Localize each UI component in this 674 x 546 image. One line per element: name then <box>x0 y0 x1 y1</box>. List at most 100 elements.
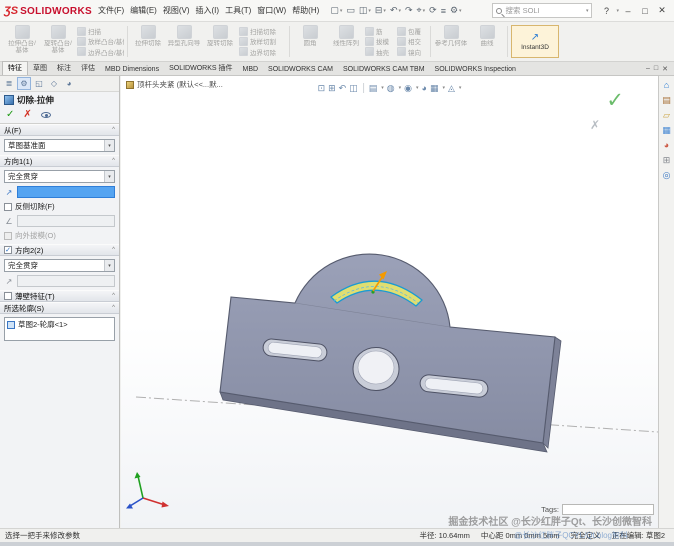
wrap-button[interactable]: 包覆 <box>397 26 427 36</box>
extruded-boss-base-button[interactable]: 拉伸凸台/基体 <box>5 24 39 59</box>
tab-addins[interactable]: SOLIDWORKS 插件 <box>164 62 237 75</box>
swept-cut-button[interactable]: 扫描切除 <box>239 26 286 36</box>
end-condition-combo-2[interactable]: 完全贯穿 ▾ <box>4 259 115 272</box>
boundary-cut-button[interactable]: 边界切除 <box>239 47 286 57</box>
open-button[interactable]: ▭ <box>345 3 356 18</box>
redo-button[interactable]: ↷ <box>404 3 414 18</box>
start-condition-combo[interactable]: 草图基准面 ▾ <box>4 139 115 152</box>
section-thin-feature-header[interactable]: 薄壁特征(T) ^ <box>0 290 119 302</box>
confirmation-corner-ok[interactable]: ✓ <box>606 88 624 113</box>
menu-file[interactable]: 文件(F) <box>98 5 124 16</box>
doc-restore-button[interactable]: □ <box>654 65 658 73</box>
doc-minimize-button[interactable]: – <box>646 65 650 73</box>
property-manager-tab[interactable]: ⚙ <box>17 77 31 90</box>
extruded-cut-button[interactable]: 拉伸切除 <box>131 24 165 59</box>
custom-properties-icon[interactable]: ⊞ <box>663 156 671 165</box>
lofted-boss-button[interactable]: 放样凸台/基体 <box>77 36 124 46</box>
intersect-button[interactable]: 相交 <box>397 36 427 46</box>
options-button[interactable]: ⚙ ▾ <box>449 3 463 18</box>
tab-solidworks-cam[interactable]: SOLIDWORKS CAM <box>263 65 338 75</box>
apply-scene-icon[interactable]: ▦ <box>430 83 439 93</box>
revolved-boss-base-button[interactable]: 旋转凸台/基体 <box>41 24 75 59</box>
maximize-button[interactable]: □ <box>637 3 653 19</box>
appearances-scenes-icon[interactable]: ◕ <box>664 141 669 150</box>
document-tab[interactable]: 顶杆头夹紧 (默认<<...默... <box>126 79 223 90</box>
menu-view[interactable]: 视图(V) <box>163 5 190 16</box>
doc-close-button[interactable]: ✕ <box>662 65 668 73</box>
configuration-manager-tab[interactable]: ◱ <box>32 77 46 90</box>
revolved-cut-button[interactable]: 旋转切除 <box>203 24 237 59</box>
display-style-icon[interactable]: ◍ <box>387 83 395 93</box>
graphics-area[interactable]: 顶杆头夹紧 (默认<<...默... ⊡ ⊞ ↶ ◫ ▤ ▾ ◍ ▾ ◉ ▾ ◕ ▦ ▾… <box>121 76 658 528</box>
graphics-canvas[interactable] <box>121 76 658 528</box>
draft-button[interactable]: 拔模 <box>365 36 395 46</box>
center-hole[interactable] <box>352 347 400 391</box>
menu-tools[interactable]: 工具(T) <box>225 5 251 16</box>
select-button[interactable]: ⌖ ▾ <box>416 3 427 18</box>
search-box[interactable]: 搜索 SOLI ▾ <box>492 3 593 18</box>
rebuild-button[interactable]: ⟳ <box>428 3 438 18</box>
solidworks-resources-icon[interactable]: ⌂ <box>664 81 669 90</box>
direction-selection-box[interactable] <box>17 186 115 198</box>
edit-appearance-icon[interactable]: ◕ <box>422 83 427 93</box>
display-manager-tab[interactable]: ◕ <box>62 77 76 90</box>
shell-button[interactable]: 抽壳 <box>365 47 395 57</box>
menu-edit[interactable]: 编辑(E) <box>130 5 157 16</box>
solidworks-forum-icon[interactable]: ◎ <box>663 171 671 180</box>
design-library-icon[interactable]: ▤ <box>662 96 671 105</box>
flip-direction-icon[interactable]: ↗ <box>4 188 14 197</box>
hole-wizard-button[interactable]: 异型孔向导 <box>167 24 201 59</box>
linear-pattern-button[interactable]: 线性阵列 <box>329 24 363 59</box>
save-button[interactable]: ◫ ▾ <box>358 3 372 18</box>
swept-boss-button[interactable]: 扫描 <box>77 26 124 36</box>
part-3d-model[interactable] <box>219 253 562 453</box>
mirror-button[interactable]: 镜向 <box>397 47 427 57</box>
confirmation-corner-cancel[interactable]: ✗ <box>590 118 600 132</box>
section-from-header[interactable]: 从(F) ^ <box>0 124 119 136</box>
curves-button[interactable]: 曲线 <box>470 24 504 59</box>
section-contours-header[interactable]: 所选轮廓(S) ^ <box>0 302 119 314</box>
flip-direction-icon[interactable]: ↗ <box>4 277 14 286</box>
view-settings-icon[interactable]: ◬ <box>448 83 455 93</box>
thin-feature-checkbox[interactable] <box>4 292 12 300</box>
feature-tree-tab[interactable]: ≣ <box>2 77 16 90</box>
tab-solidworks-cam-tbm[interactable]: SOLIDWORKS CAM TBM <box>338 65 430 75</box>
tab-mbd-dimensions[interactable]: MBD Dimensions <box>100 65 164 75</box>
lofted-cut-button[interactable]: 放样切割 <box>239 36 286 46</box>
tab-mbd[interactable]: MBD <box>237 65 263 75</box>
ok-button[interactable]: ✓ <box>6 109 14 120</box>
section-view-icon[interactable]: ◫ <box>349 83 358 93</box>
draft-angle-icon[interactable]: ∠ <box>4 217 14 226</box>
print-button[interactable]: ⊟ ▾ <box>374 3 387 18</box>
previous-view-icon[interactable]: ↶ <box>339 83 347 93</box>
help-button[interactable]: ? <box>598 3 614 19</box>
draft-outward-checkbox[interactable] <box>4 231 12 240</box>
tab-solidworks-inspection[interactable]: SOLIDWORKS Inspection <box>430 65 521 75</box>
flip-side-checkbox[interactable] <box>4 202 12 211</box>
hide-show-items-icon[interactable]: ◉ <box>404 83 412 93</box>
close-button[interactable]: ✕ <box>654 3 670 19</box>
boundary-boss-button[interactable]: 边界凸台/基体 <box>77 47 124 57</box>
menu-insert[interactable]: 插入(I) <box>196 5 220 16</box>
view-orientation-icon[interactable]: ▤ <box>369 83 378 93</box>
new-button[interactable]: ▢ ▾ <box>329 3 343 18</box>
file-explorer-icon[interactable]: ▱ <box>663 111 670 120</box>
section-direction1-header[interactable]: 方向1(1) ^ <box>0 155 119 167</box>
tab-features[interactable]: 特征 <box>2 61 28 75</box>
rib-button[interactable]: 筋 <box>365 26 395 36</box>
tab-evaluate[interactable]: 评估 <box>76 62 100 75</box>
search-input[interactable]: 搜索 SOLI <box>505 5 581 16</box>
zoom-fit-icon[interactable]: ⊡ <box>318 83 326 93</box>
cancel-button[interactable]: ✗ <box>23 109 31 120</box>
instant3d-toggle[interactable]: ↗ Instant3D <box>511 25 559 58</box>
undo-button[interactable]: ↶ ▾ <box>389 3 402 18</box>
file-properties-button[interactable]: ≡ <box>440 3 447 18</box>
tab-markup[interactable]: 标注 <box>52 62 76 75</box>
list-item[interactable]: 草图2-轮廓<1> <box>7 319 112 330</box>
minimize-button[interactable]: – <box>620 3 636 19</box>
section-direction2-header[interactable]: ✓ 方向2(2) ^ <box>0 244 119 256</box>
draft-angle-field[interactable] <box>17 215 115 227</box>
detailed-preview-eye-icon[interactable] <box>40 111 51 118</box>
end-condition-combo-1[interactable]: 完全贯穿 ▾ <box>4 170 115 183</box>
tab-sketch[interactable]: 草图 <box>28 62 52 75</box>
